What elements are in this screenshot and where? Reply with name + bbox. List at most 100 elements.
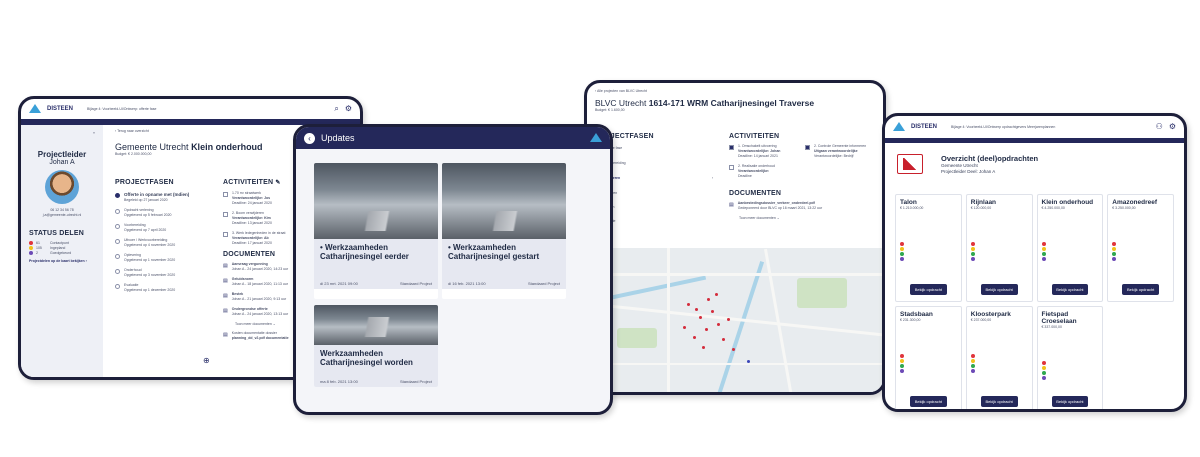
documents-title: DOCUMENTEN <box>729 190 782 197</box>
view-assignment-button[interactable]: Bekijk opdracht <box>910 284 947 295</box>
status-row <box>1041 375 1099 380</box>
phase-item-active[interactable]: Uitvoeren› <box>595 176 715 182</box>
role-label: Projectleider <box>37 150 87 159</box>
phase-item[interactable]: Onderhoud Opgeleverd op 3 november 2020 <box>115 268 211 278</box>
update-card[interactable]: • Werkzaamheden Catharijnesingel gestart… <box>442 163 566 299</box>
assignment-card[interactable]: Rijnlaan € 120.000,00 Bekijk opdracht <box>965 194 1033 302</box>
assignment-card[interactable]: Talon € 1.210.000,00 Bekijk opdracht <box>895 194 962 302</box>
checkbox-checked-icon[interactable] <box>805 145 810 150</box>
checkbox-icon[interactable] <box>223 212 228 217</box>
add-icon[interactable]: ⊕ <box>203 357 210 365</box>
road <box>587 273 883 276</box>
activity-item[interactable]: 1. Omschakelt uitvoering Verantwoordelijk… <box>729 144 799 159</box>
assignment-budget: € 337.000,00 <box>1041 325 1062 329</box>
map-link[interactable]: Projectdelen op de kaart bekijken › <box>29 259 95 264</box>
checkbox-icon[interactable] <box>223 232 228 237</box>
view-assignment-button[interactable]: Bekijk opdracht <box>1051 396 1089 407</box>
checkbox-icon[interactable] <box>223 192 228 197</box>
document-item[interactable]: ▤ Geluidsnorm Johan A - 18 januari 2020, 1… <box>223 277 298 287</box>
assignment-card[interactable]: Amazonedreef € 3.250.000,00 Bekijk opdrach… <box>1107 194 1174 302</box>
view-assignment-button[interactable]: Bekijk opdracht <box>1122 284 1159 295</box>
map-pin[interactable] <box>727 318 730 321</box>
status-dot-icon <box>900 368 904 373</box>
email[interactable]: j.a@gemeente-utrecht.nl <box>29 213 95 218</box>
phase-item[interactable]: +Evaluatie <box>595 219 715 224</box>
status-list <box>970 241 1028 261</box>
map-pin[interactable] <box>687 303 690 306</box>
status-dot-icon <box>1112 256 1117 261</box>
activity-item[interactable]: 2. Controle Gemeente informeren Uitgaan v… <box>805 144 875 159</box>
gemeente-logo <box>897 154 923 174</box>
phase-item[interactable]: Voorbereiding <box>595 161 715 167</box>
more-documents-link[interactable]: Toon meer documenten ⌄ <box>235 322 298 327</box>
document-item[interactable]: ▤ Ondergrondse offerte Johan A - 24 januar… <box>223 307 298 317</box>
view-assignment-button[interactable]: Bekijk opdracht <box>980 396 1018 407</box>
checkbox-checked-icon[interactable] <box>729 145 734 150</box>
assignment-card[interactable]: Fietspad Croeselaan € 337.000,00 Bekijk op… <box>1036 306 1104 409</box>
map-pin[interactable] <box>715 293 718 296</box>
status-dot-icon <box>1041 375 1046 380</box>
road <box>667 248 670 392</box>
edit-icon: ✎ <box>275 180 281 186</box>
map-pin[interactable] <box>705 328 708 331</box>
phase-item[interactable]: Evaluatie Opgeleverd op 1 december 2020 <box>115 283 211 293</box>
top-title: Bijlage 4: Voorbeeld-UI/Ontwerp: offerte… <box>87 106 157 111</box>
assignment-name: Stadsbaan <box>900 311 933 318</box>
back-icon[interactable]: ‹ <box>304 132 315 144</box>
phase-item[interactable]: Opdracht verlening Opgeleverd op 5 februa… <box>115 208 211 218</box>
view-assignment-button[interactable]: Bekijk opdracht <box>910 396 947 407</box>
phase-item[interactable]: Voorbereiding Opgeleverd op 7 april 2020 <box>115 223 211 233</box>
projectfasen-column: PROJECTFASEN Offerte in opname met (Indi… <box>115 179 211 298</box>
breadcrumb[interactable]: ‹ Alle projecten van BLVC Utrecht <box>595 89 875 94</box>
update-card[interactable]: • Werkzaamheden Catharijnesingel eerder … <box>314 163 438 299</box>
assignment-name: Kloosterpark <box>970 311 1011 318</box>
top-bar: DISTEEN Bijlage 4: Voorbeeld-UI/Ontwerp … <box>885 116 1184 138</box>
phase-item[interactable]: Offerte fase <box>595 146 715 152</box>
assignment-budget: € 237.000,00 <box>970 318 992 322</box>
activities-column: ACTIVITEITEN 1. Omschakelt uitvoering Ver… <box>729 133 875 253</box>
map-pin[interactable] <box>732 348 735 351</box>
status-dot-icon <box>1041 241 1046 246</box>
settings-icon[interactable]: ⚙ <box>1169 123 1176 131</box>
activity-item[interactable]: 2. Boom verwijderen Verantwoordelijke: Ki… <box>223 211 298 226</box>
checkbox-icon[interactable] <box>729 165 734 170</box>
map-pin[interactable] <box>722 338 725 341</box>
phase-item[interactable]: +Opleveren <box>595 191 715 196</box>
assignment-card[interactable]: Kloosterpark € 237.000,00 Bekijk opdracht <box>965 306 1033 409</box>
settings-icon[interactable]: ⚙ <box>345 105 352 113</box>
more-documents-link[interactable]: Toon meer documenten ⌄ <box>739 216 875 221</box>
document-item[interactable]: ▤ Kosten documentatie dossier planning_dd_… <box>223 331 298 341</box>
phase-item[interactable]: Offerte in opname met (Indien) Begeleid o… <box>115 192 211 203</box>
search-icon[interactable]: ⌕ <box>334 105 338 113</box>
page-title: Updates <box>321 133 355 143</box>
map-pin[interactable] <box>707 298 710 301</box>
assignment-card[interactable]: Stadsbaan € 231.300,00 Bekijk opdracht <box>895 306 962 409</box>
map-pin[interactable] <box>693 336 696 339</box>
map-pin[interactable] <box>699 316 702 319</box>
activity-item[interactable]: 1.70 m² straatwerk Verantwoordelijke: Jos… <box>223 191 298 206</box>
page-title: Overzicht (deel)opdrachten <box>941 154 1039 163</box>
document-icon: ▤ <box>223 278 228 284</box>
assignment-card[interactable]: Klein onderhoud € 4.250.000,00 Bekijk opdr… <box>1036 194 1104 302</box>
view-assignment-button[interactable]: Bekijk opdracht <box>980 284 1018 295</box>
project-map[interactable] <box>587 248 883 392</box>
map-pin[interactable] <box>711 310 714 313</box>
update-card[interactable]: Werkzaamheden Catharijnesingel worden ma… <box>314 305 438 387</box>
map-pin[interactable] <box>717 323 720 326</box>
phase-item[interactable]: Uitvoer / Werkvoorbereiding Opgeleverd op… <box>115 238 211 248</box>
document-item[interactable]: ▤ Aanbestedingsdossier_verkeer_onderdeel.… <box>729 201 875 211</box>
document-item[interactable]: ▤ Bestek Johan A - 21 januari 2020, 9:13 u… <box>223 292 298 302</box>
user-icon[interactable]: ⚇ <box>1156 123 1163 131</box>
map-pin[interactable] <box>695 308 698 311</box>
activity-item[interactable]: 2. Realisatie onderhoud Verantwoordelijke… <box>729 164 799 179</box>
map-pin[interactable] <box>702 346 705 349</box>
status-dot-icon <box>1041 256 1046 261</box>
activity-item[interactable]: 3. Werk ledegenheden in de straat Verantw… <box>223 231 298 246</box>
map-pin-selected[interactable] <box>747 360 750 363</box>
document-item[interactable]: ▤ Aanvraag vergunning Johan A - 24 januari… <box>223 262 298 272</box>
phase-item[interactable]: Oplevering Opgeleverd op 1 november 2020 <box>115 253 211 263</box>
view-assignment-button[interactable]: Bekijk opdracht <box>1051 284 1089 295</box>
phase-item[interactable]: +Afsluiten <box>595 205 715 210</box>
collapse-icon[interactable]: « <box>29 131 95 136</box>
map-pin[interactable] <box>683 326 686 329</box>
